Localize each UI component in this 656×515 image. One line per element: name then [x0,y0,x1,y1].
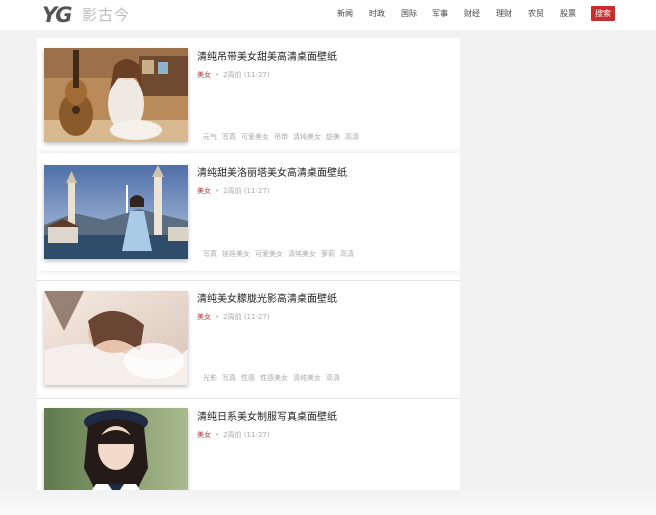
article-title[interactable]: 清纯日系美女制服写真桌面壁纸 [197,411,337,424]
category-link[interactable]: 美女 [197,187,211,195]
article-thumbnail[interactable] [44,165,188,259]
category-link[interactable]: 美女 [197,71,211,79]
nav-item-stocks[interactable]: 股票 [560,8,576,20]
article-thumbnail[interactable] [44,408,188,490]
tag-link[interactable]: 元气 [203,133,217,141]
top-header: YG 影古今 新闻 时政 国际 军事 财经 理财 农贸 股票 搜索 [0,0,656,30]
meta-separator: • [215,313,220,321]
meta-separator: • [215,431,220,439]
publish-time: 2周前 (11-27) [223,187,270,195]
tag-link[interactable]: 清纯美女 [288,250,316,258]
photo-girl-uniform [44,408,188,490]
logo-text: 影古今 [82,6,131,24]
nav-item-military[interactable]: 军事 [432,8,448,20]
tag-link[interactable]: 高清 [340,250,354,258]
tag-link[interactable]: 写真 [222,133,236,141]
publish-time: 2周前 (11-27) [223,71,270,79]
tag-link[interactable]: 写真 [203,250,217,258]
article-meta: 美女 • 2周前 (11-27) [197,312,270,322]
category-link[interactable]: 美女 [197,431,211,439]
article-title[interactable]: 清纯吊带美女甜美高清桌面壁纸 [197,51,337,64]
tag-list: 元气 写真 可爱美女 吊带 清纯美女 甜美 高清 [203,132,364,142]
article-meta: 美女 • 2周前 (11-27) [197,70,270,80]
article-list: 清纯吊带美女甜美高清桌面壁纸 美女 • 2周前 (11-27) 元气 写真 可爱美女 吊带… [37,38,460,490]
article-title[interactable]: 清纯美女朦胧光影高清桌面壁纸 [197,293,337,306]
meta-separator: • [215,71,220,79]
tag-list: 写真 娃娃美女 可爱美女 清纯美女 萝莉 高清 [203,249,359,259]
article-card: 清纯吊带美女甜美高清桌面壁纸 美女 • 2周前 (11-27) 元气 写真 可爱美女 吊带… [37,38,460,152]
site-logo[interactable]: YG 影古今 [42,2,162,28]
article-thumbnail[interactable] [44,48,188,142]
article-title[interactable]: 清纯甜美洛丽塔美女高清桌面壁纸 [197,167,347,180]
tag-link[interactable]: 清纯美女 [293,133,321,141]
photo-girl-guitar [44,48,188,142]
tag-link[interactable]: 高清 [345,133,359,141]
photo-girl-pagodas [44,165,188,259]
tag-link[interactable]: 性感美女 [260,374,288,382]
nav-item-finance[interactable]: 财经 [464,8,480,20]
meta-separator: • [215,187,220,195]
article-card: 清纯美女朦胧光影高清桌面壁纸 美女 • 2周前 (11-27) 光影 写真 性感 性感美女… [37,280,460,395]
tag-link[interactable]: 吊带 [274,133,288,141]
logo-mark: YG [42,3,72,27]
tag-link[interactable]: 可爱美女 [255,250,283,258]
photo-girl-soft-light [44,291,188,385]
tag-link[interactable]: 写真 [222,374,236,382]
article-card: 清纯甜美洛丽塔美女高清桌面壁纸 美女 • 2周前 (11-27) 写真 娃娃美女 可爱美… [37,153,460,271]
article-meta: 美女 • 2周前 (11-27) [197,186,270,196]
tag-link[interactable]: 清纯美女 [293,374,321,382]
nav-item-politics[interactable]: 时政 [369,8,385,20]
tag-link[interactable]: 性感 [241,374,255,382]
publish-time: 2周前 (11-27) [223,313,270,321]
article-thumbnail[interactable] [44,291,188,385]
tag-link[interactable]: 可爱美女 [241,133,269,141]
article-card: 清纯日系美女制服写真桌面壁纸 美女 • 2周前 (11-27) [37,398,460,490]
nav-item-world[interactable]: 国际 [401,8,417,20]
tag-link[interactable]: 光影 [203,374,217,382]
page-bottom-shadow [0,490,656,515]
tag-link[interactable]: 甜美 [326,133,340,141]
category-link[interactable]: 美女 [197,313,211,321]
article-meta: 美女 • 2周前 (11-27) [197,430,270,440]
search-button[interactable]: 搜索 [591,6,615,21]
tag-link[interactable]: 萝莉 [321,250,335,258]
tag-link[interactable]: 娃娃美女 [222,250,250,258]
nav-item-news[interactable]: 新闻 [337,8,353,20]
nav-item-money[interactable]: 理财 [496,8,512,20]
tag-list: 光影 写真 性感 性感美女 清纯美女 高清 [203,373,345,383]
publish-time: 2周前 (11-27) [223,431,270,439]
tag-link[interactable]: 高清 [326,374,340,382]
nav-item-agriculture[interactable]: 农贸 [528,8,544,20]
